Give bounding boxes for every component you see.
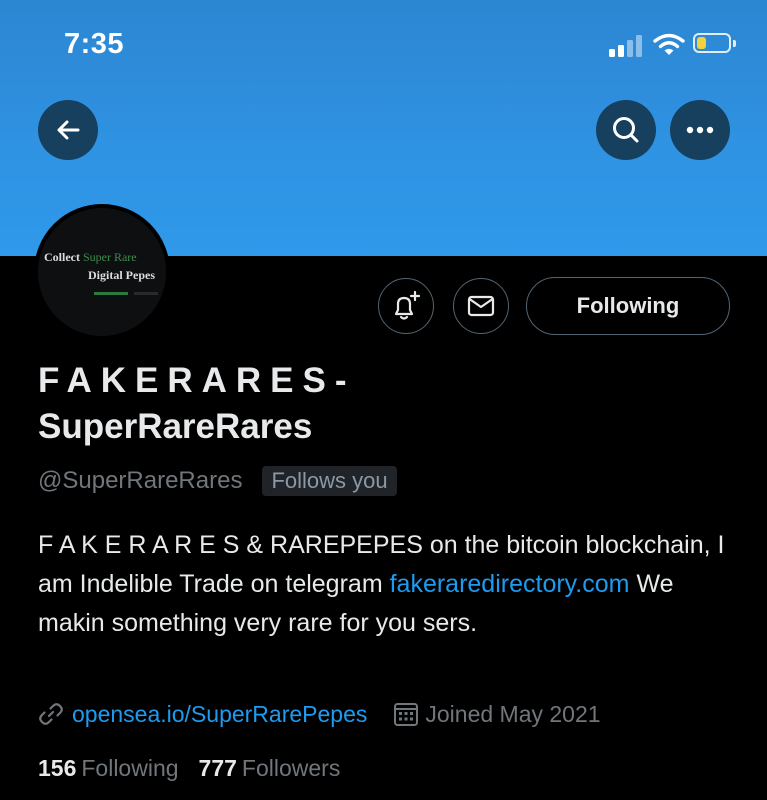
display-name-line2: SuperRareRares bbox=[38, 407, 313, 446]
arrow-left-icon bbox=[57, 120, 80, 140]
website-link[interactable]: opensea.io/SuperRarePepes bbox=[72, 701, 367, 728]
follow-stats: 156 Following 777 Followers bbox=[38, 752, 340, 784]
follows-you-badge: Follows you bbox=[262, 466, 397, 496]
more-horizontal-icon bbox=[686, 126, 714, 134]
followers-count: 777 bbox=[198, 754, 237, 781]
battery-icon bbox=[693, 33, 731, 53]
followers-stat[interactable]: 777 Followers bbox=[199, 755, 341, 782]
signal-icon bbox=[609, 33, 645, 57]
followers-label: Followers bbox=[241, 754, 341, 781]
profile-bio: F A K E R A R E S & RAREPEPES on the bit… bbox=[38, 526, 738, 643]
search-icon bbox=[613, 117, 639, 143]
link-icon bbox=[39, 703, 63, 725]
avatar-text-line2: Digital Pepes bbox=[88, 268, 155, 282]
joined-date: Joined May 2021 bbox=[425, 700, 601, 727]
search-button[interactable] bbox=[596, 100, 656, 160]
following-stat[interactable]: 156 Following bbox=[38, 755, 179, 782]
envelope-icon bbox=[467, 295, 495, 317]
wifi-icon bbox=[653, 33, 685, 55]
handle-row: @SuperRareRares Follows you bbox=[38, 464, 397, 498]
back-button[interactable] bbox=[38, 100, 98, 160]
following-button[interactable]: Following bbox=[526, 277, 730, 335]
username-handle: @SuperRareRares bbox=[38, 467, 243, 494]
following-label: Following bbox=[81, 754, 179, 781]
message-button[interactable] bbox=[453, 278, 509, 334]
battery-level bbox=[697, 37, 706, 49]
profile-meta: opensea.io/SuperRarePepes Joined May 202… bbox=[38, 697, 601, 731]
bell-plus-icon bbox=[394, 290, 421, 320]
bio-link[interactable]: fakeraredirectory.com bbox=[390, 570, 630, 598]
following-count: 156 bbox=[38, 754, 77, 781]
more-button[interactable] bbox=[670, 100, 730, 160]
status-icons bbox=[609, 33, 737, 57]
notifications-button[interactable] bbox=[378, 278, 434, 334]
display-name: FAKERARES- SuperRareRares bbox=[38, 358, 738, 450]
display-name-line1: FAKERARES- bbox=[38, 361, 356, 400]
calendar-icon bbox=[394, 703, 419, 726]
avatar[interactable]: Collect Super Rare Digital Pepes bbox=[34, 204, 170, 340]
avatar-text-line1: Collect Super Rare bbox=[44, 250, 137, 264]
status-time: 7:35 bbox=[64, 28, 125, 60]
